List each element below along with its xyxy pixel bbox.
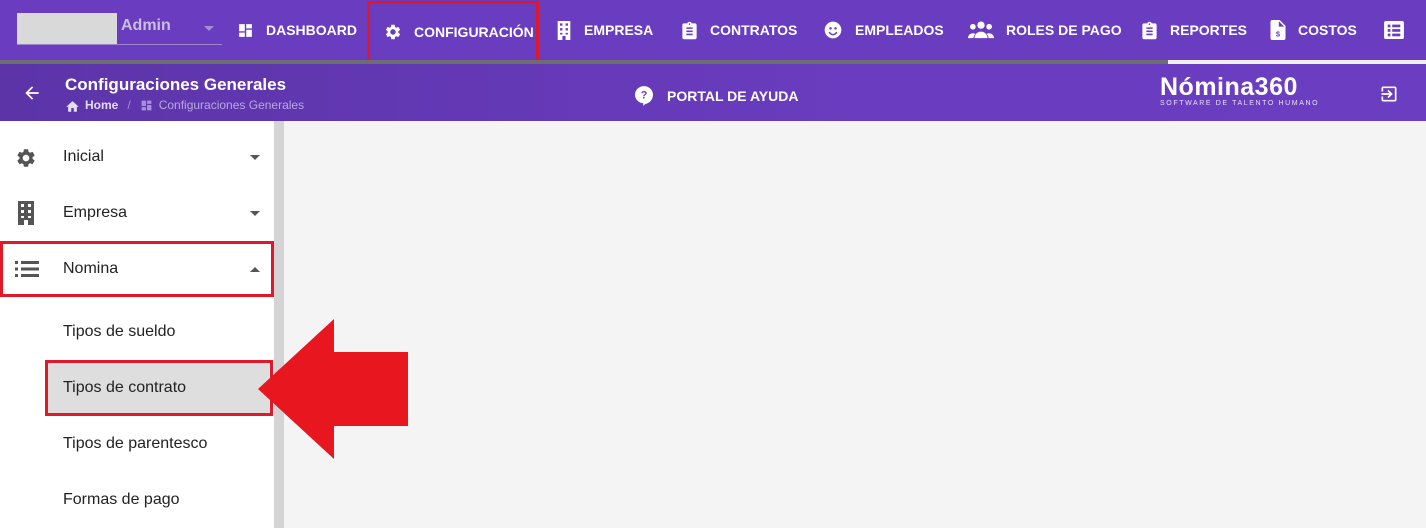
nav-item-costos[interactable]: $ COSTOS (1270, 0, 1357, 60)
nav-item-configuracion[interactable]: CONFIGURACIÓN (367, 1, 539, 63)
breadcrumb: Home / Configuraciones Generales (65, 98, 304, 112)
sidebar-subitem-tipos-de-sueldo[interactable]: Tipos de sueldo (45, 304, 273, 360)
sidebar-item-empresa[interactable]: Empresa (0, 185, 274, 241)
nav-item-label: CONFIGURACIÓN (414, 24, 534, 40)
main-content (284, 121, 1426, 528)
gear-icon (17, 149, 35, 167)
gear-icon (385, 24, 401, 40)
sidebar-subitem-tipos-de-contrato[interactable]: Tipos de contrato (45, 360, 273, 416)
svg-text:?: ? (641, 90, 648, 102)
page-title: Configuraciones Generales (65, 75, 287, 94)
nav-item-reportes[interactable]: REPORTES (1141, 0, 1247, 60)
sidebar-item-nomina[interactable]: Nomina (0, 241, 274, 297)
logout-button[interactable] (1379, 84, 1399, 109)
dashboard-icon (239, 23, 252, 37)
nav-item-label: COSTOS (1298, 22, 1357, 38)
nav-item-contratos[interactable]: CONTRATOS (681, 0, 797, 60)
arrow-left-icon (25, 86, 39, 100)
nav-item-label: EMPRESA (584, 22, 654, 38)
clipboard-icon (682, 21, 697, 39)
sidebar-item-label: Inicial (63, 148, 104, 165)
sidebar-subitem-label: Tipos de contrato (63, 379, 187, 396)
list-alt-icon (1384, 21, 1404, 39)
back-button[interactable] (22, 83, 42, 108)
chevron-down-icon (250, 210, 260, 216)
home-icon (66, 100, 79, 112)
nav-item-dashboard[interactable]: DASHBOARD (237, 0, 357, 60)
logo-text: Nómina360 (1160, 73, 1298, 101)
nav-item-label: CONTRATOS (710, 22, 798, 38)
sidebar-subitem-label: Tipos de sueldo (63, 323, 176, 340)
sidebar-subitem-tipos-de-parentesco[interactable]: Tipos de parentesco (45, 416, 273, 472)
help-icon: ? (635, 86, 653, 106)
sidebar-item-label: Nomina (63, 260, 119, 277)
nav-item-label: REPORTES (1170, 22, 1248, 38)
nav-item-label: DASHBOARD (266, 22, 357, 38)
people-icon (968, 21, 994, 39)
building-icon (557, 20, 571, 40)
clipboard-icon (1142, 21, 1157, 39)
page-header: Configuraciones Generales Home / Configu… (0, 64, 1426, 121)
breadcrumb-current: Configuraciones Generales (158, 98, 305, 112)
logo-tagline: SOFTWARE DE TALENTO HUMANO (1160, 100, 1320, 107)
chevron-up-icon (250, 266, 260, 272)
sidebar-subitem-label: Tipos de parentesco (63, 435, 208, 452)
user-select[interactable]: Admin (17, 11, 222, 45)
nav-item-label: EMPLEADOS (855, 22, 944, 38)
logo: Nómina360 SOFTWARE DE TALENTO HUMANO (1160, 73, 1340, 107)
nav-item-more[interactable] (1384, 0, 1416, 60)
chevron-down-icon (204, 26, 214, 31)
breadcrumb-home[interactable]: Home (85, 98, 118, 112)
nav-item-empleados[interactable]: EMPLEADOS (823, 0, 944, 60)
chevron-down-icon (250, 154, 260, 160)
sidebar-subitem-formas-de-pago[interactable]: Formas de pago (45, 472, 273, 528)
annotation-arrow-icon (258, 319, 408, 459)
user-name: Admin (121, 17, 171, 34)
face-icon (824, 21, 842, 39)
invoice-icon: $ (1270, 20, 1286, 40)
nav-item-empresa[interactable]: EMPRESA (556, 0, 653, 60)
top-navigation-bar: Admin DASHBOARD CONFIGURACIÓN EMPRESA CO… (0, 0, 1426, 64)
help-portal-label: PORTAL DE AYUDA (667, 88, 799, 104)
nav-item-roles-de-pago[interactable]: ROLES DE PAGO (968, 0, 1122, 60)
list-icon (15, 261, 39, 277)
sidebar-item-label: Empresa (63, 204, 128, 221)
help-portal-link[interactable]: ? PORTAL DE AYUDA (635, 86, 798, 106)
breadcrumb-separator: / (127, 98, 131, 112)
building-icon (18, 201, 34, 225)
sidebar-item-inicial[interactable]: Inicial (0, 129, 274, 185)
dashboard-icon (141, 100, 152, 110)
avatar (17, 13, 117, 44)
logout-icon (1381, 86, 1397, 102)
sidebar-subitem-label: Formas de pago (63, 491, 180, 508)
nav-item-label: ROLES DE PAGO (1006, 22, 1122, 38)
